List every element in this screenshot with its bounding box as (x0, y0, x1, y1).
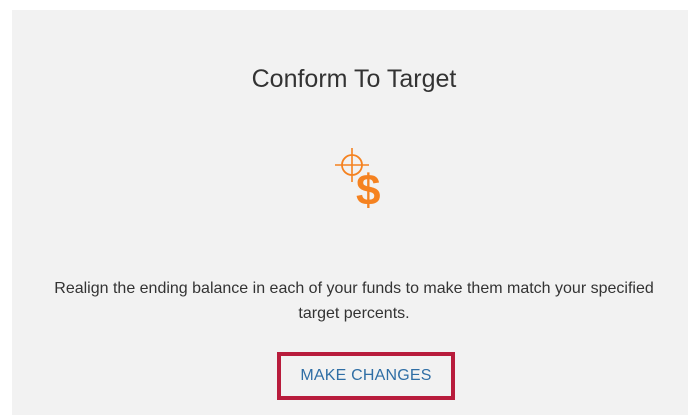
description-line-2: target percents. (298, 305, 410, 322)
make-changes-label[interactable]: MAKE CHANGES (300, 367, 431, 385)
conform-to-target-card: Conform To Target $ Realign the ending b… (12, 10, 688, 415)
svg-text:$: $ (356, 166, 380, 215)
target-dollar-icon: $ (326, 145, 406, 225)
card-title: Conform To Target (251, 65, 457, 93)
description-line-1: Realign the ending balance in each of yo… (54, 280, 654, 297)
make-changes-button[interactable]: MAKE CHANGES (277, 352, 455, 400)
card-description: Realign the ending balance in each of yo… (12, 276, 688, 326)
